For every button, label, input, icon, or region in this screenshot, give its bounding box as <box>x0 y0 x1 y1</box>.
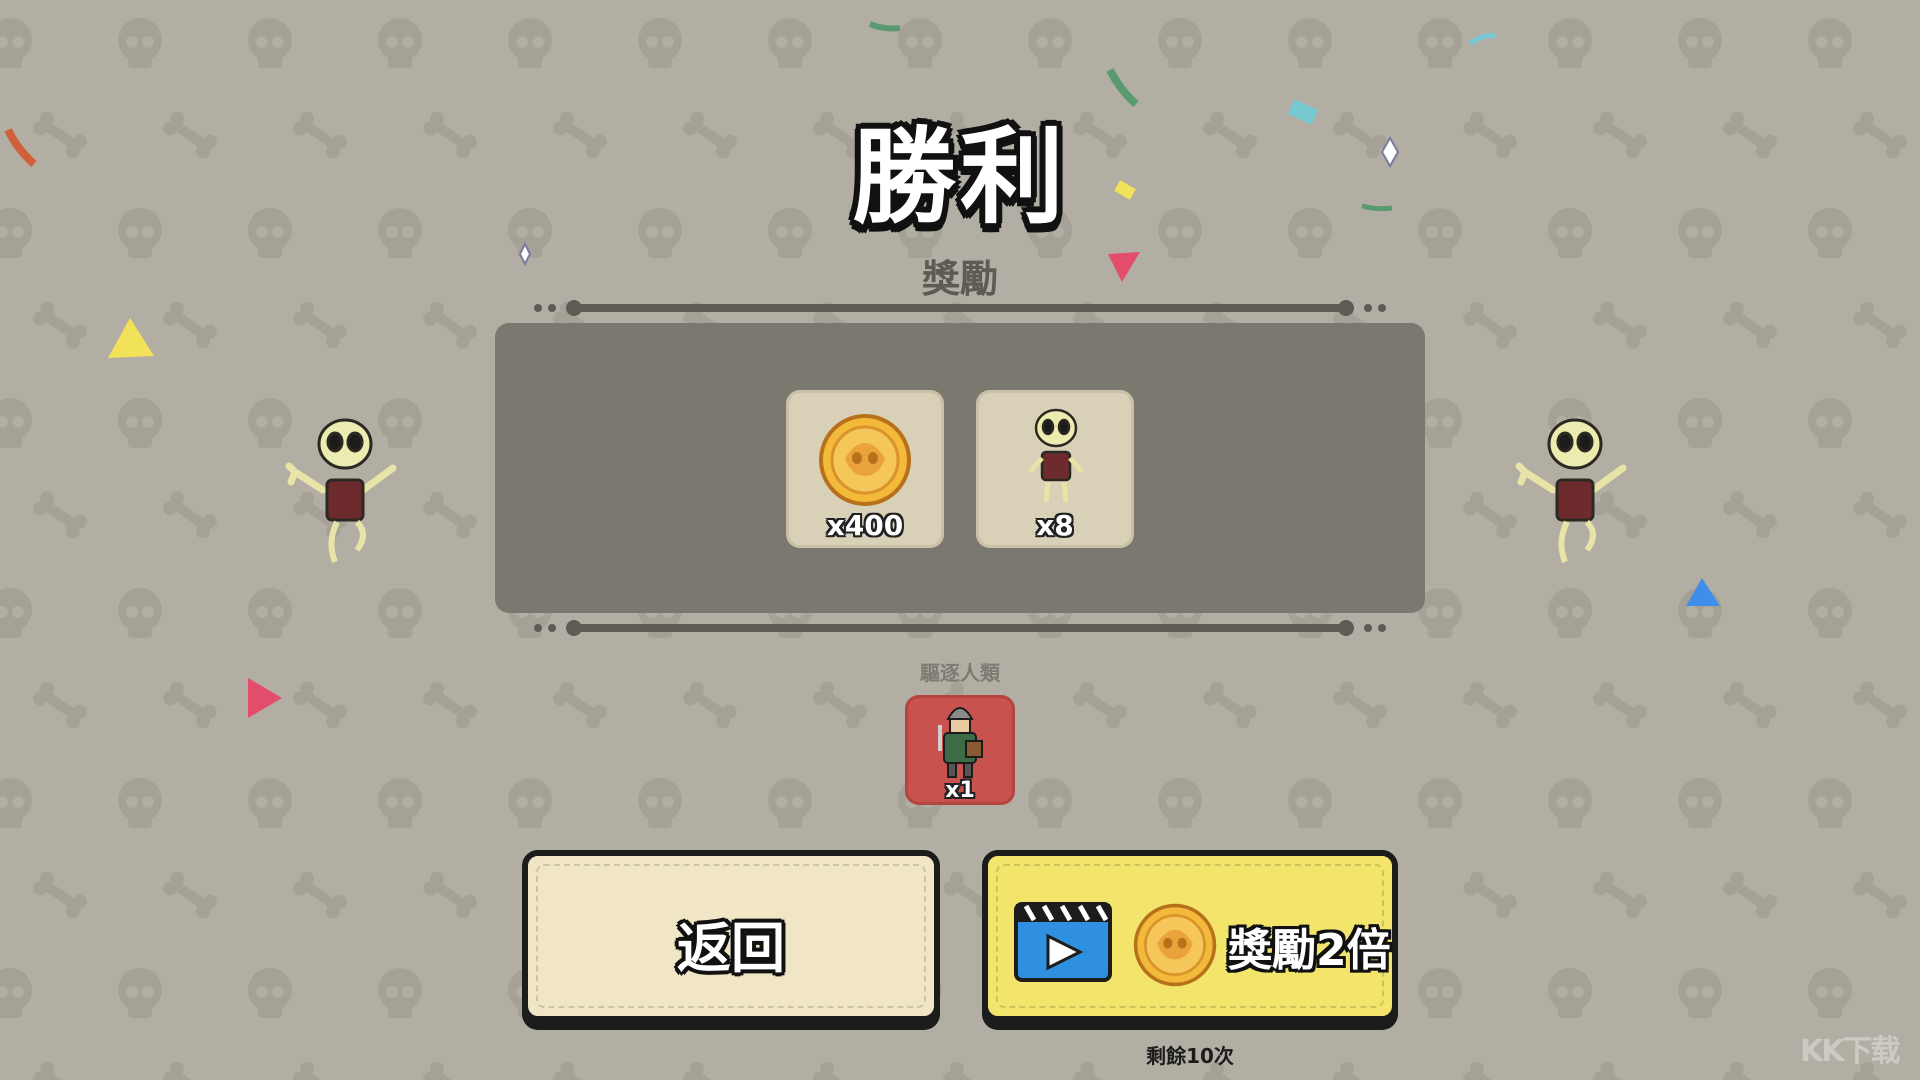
rewards-divider-bottom <box>534 620 1386 636</box>
reward-tile-skeleton: x8 <box>976 390 1134 548</box>
expelled-human-tile: x1 <box>905 695 1015 805</box>
expel-humans-label: 驅逐人類 <box>920 661 1000 685</box>
expelled-count: x1 <box>945 778 975 803</box>
double-reward-button[interactable]: 獎勵2倍 <box>982 850 1398 1022</box>
rewards-heading: 獎勵 <box>921 257 998 301</box>
dancing-skeleton-right <box>1515 418 1627 564</box>
reward-tile-gold: x400 <box>786 390 944 548</box>
human-knight-icon <box>938 707 983 778</box>
reward-panel <box>495 323 1425 613</box>
reward-count: x8 <box>1036 509 1074 542</box>
dancing-skeleton-left <box>285 418 397 564</box>
back-button[interactable]: 返回 <box>522 850 940 1022</box>
double-reward-label: 獎勵2倍 <box>1228 925 1391 976</box>
skeleton-icon <box>1028 408 1084 503</box>
gold-coin-icon <box>819 414 911 506</box>
remaining-uses-label: 剩餘10次 <box>1146 1044 1234 1068</box>
watermark: KK下载 <box>1800 1034 1900 1069</box>
victory-title: 勝利 <box>851 116 1068 238</box>
gold-coin-icon <box>1133 903 1217 987</box>
back-button-label: 返回 <box>677 917 785 980</box>
reward-count: x400 <box>826 509 904 542</box>
rewards-divider-top <box>534 300 1386 316</box>
video-ad-icon <box>1014 902 1112 982</box>
